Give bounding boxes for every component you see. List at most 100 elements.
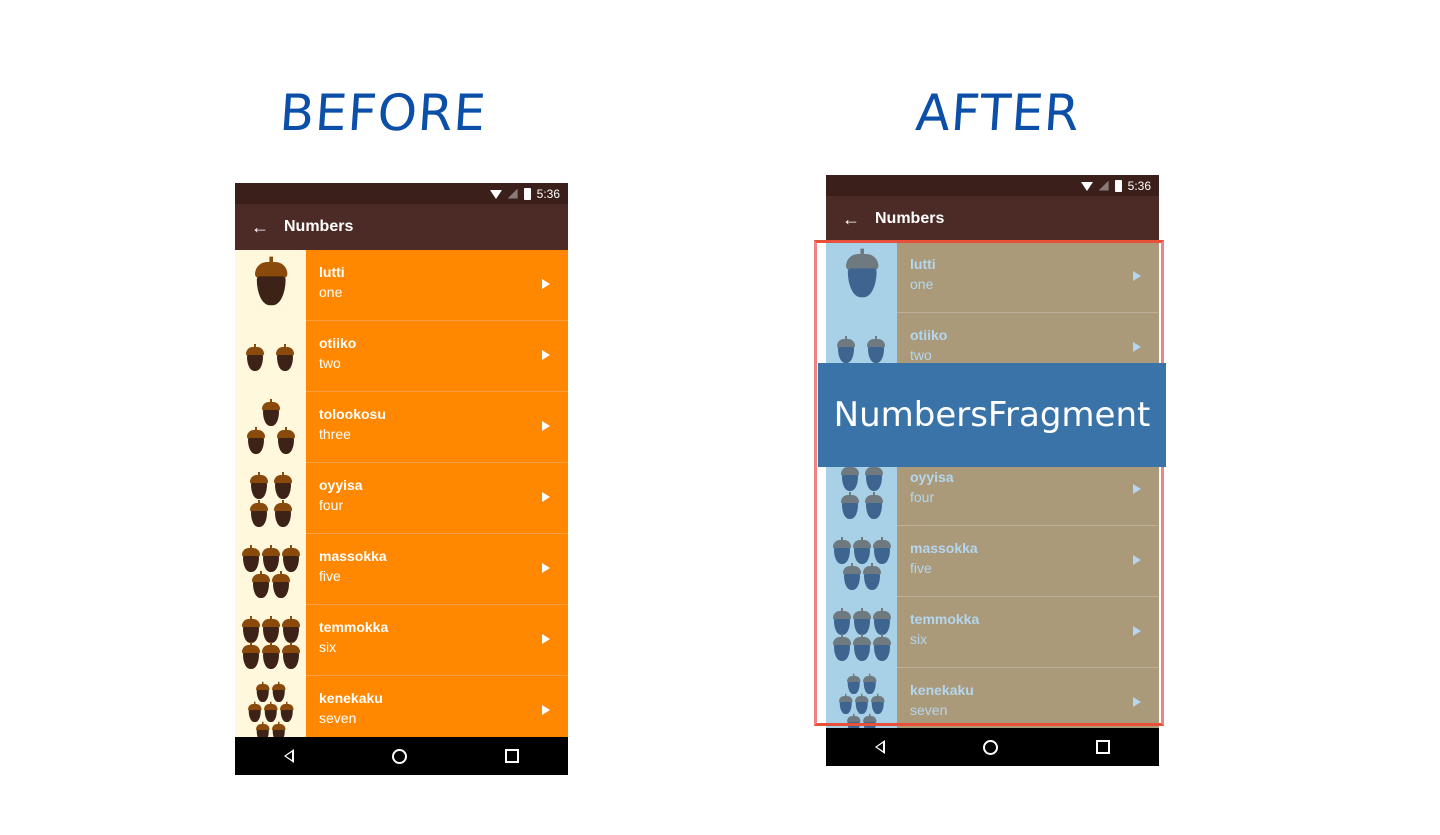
miwok-word: kenekaku (319, 690, 383, 706)
acorn-thumbnail (826, 597, 897, 668)
english-translation: seven (319, 710, 357, 726)
play-icon[interactable] (1133, 342, 1141, 352)
acorn-icon (282, 616, 300, 643)
back-arrow-icon[interactable]: ← (251, 218, 269, 236)
numbers-list[interactable]: lutti one otiiko two tolookosu three oyy… (235, 250, 568, 737)
play-icon[interactable] (542, 634, 550, 644)
battery-icon (1114, 179, 1122, 192)
english-translation: six (910, 631, 928, 647)
acorn-icon (847, 673, 861, 694)
acorn-icon (242, 642, 260, 669)
play-icon[interactable] (542, 492, 550, 502)
english-translation: two (319, 355, 341, 371)
before-phone-screen: 5:36 ← Numbers lutti one otiiko two tolo… (235, 183, 568, 775)
acorn-icon (855, 693, 869, 714)
nav-back-icon[interactable] (284, 749, 294, 763)
acorn-icon (262, 399, 280, 426)
page-title: Numbers (284, 218, 354, 235)
acorn-icon (841, 464, 859, 491)
miwok-word: massokka (319, 548, 387, 564)
play-icon[interactable] (1133, 626, 1141, 636)
miwok-word: kenekaku (910, 682, 974, 698)
acorn-icon (262, 642, 280, 669)
acorn-icon (252, 571, 270, 598)
miwok-word: lutti (910, 256, 936, 272)
list-item[interactable]: otiiko two (235, 321, 568, 392)
acorn-icon (839, 693, 853, 714)
list-item[interactable]: temmokka six (235, 605, 568, 676)
acorn-thumbnail (235, 534, 306, 605)
acorn-icon (264, 701, 278, 722)
acorn-icon (867, 336, 885, 363)
play-icon[interactable] (542, 279, 550, 289)
page-title: Numbers (875, 210, 945, 227)
english-translation: four (319, 497, 344, 513)
english-translation: five (910, 560, 932, 576)
play-icon[interactable] (1133, 697, 1141, 707)
back-arrow-icon[interactable]: ← (842, 210, 860, 228)
nav-recent-apps-icon[interactable] (1096, 740, 1110, 754)
acorn-thumbnail (235, 321, 306, 392)
acorn-icon (873, 634, 891, 661)
acorn-icon (853, 537, 871, 564)
play-icon[interactable] (542, 421, 550, 431)
acorn-icon (262, 616, 280, 643)
acorn-icon (873, 537, 891, 564)
play-icon[interactable] (542, 350, 550, 360)
miwok-word: oyyisa (319, 477, 363, 493)
list-item[interactable]: oyyisa four (235, 463, 568, 534)
signal-icon (1098, 180, 1109, 191)
nav-back-icon[interactable] (875, 740, 885, 754)
play-icon[interactable] (1133, 555, 1141, 565)
list-item[interactable]: lutti one (826, 242, 1159, 313)
play-icon[interactable] (542, 563, 550, 573)
acorn-icon (254, 256, 288, 306)
status-time: 5:36 (536, 186, 560, 201)
miwok-word: otiiko (319, 335, 357, 351)
list-item[interactable]: temmokka six (826, 597, 1159, 668)
numbers-list[interactable]: lutti one otiiko two tolookosu three oyy… (826, 242, 1159, 729)
list-item[interactable]: massokka five (235, 534, 568, 605)
english-translation: five (319, 568, 341, 584)
acorn-icon (272, 721, 286, 737)
acorn-icon (242, 545, 260, 572)
play-icon[interactable] (542, 705, 550, 715)
acorn-icon (274, 472, 292, 499)
battery-icon (523, 187, 531, 200)
miwok-word: tolookosu (319, 406, 386, 422)
acorn-icon (282, 545, 300, 572)
acorn-icon (853, 608, 871, 635)
english-translation: four (910, 489, 935, 505)
play-icon[interactable] (1133, 271, 1141, 281)
list-item[interactable]: kenekaku seven (235, 676, 568, 737)
before-heading: BEFORE (277, 84, 489, 142)
acorn-thumbnail (235, 463, 306, 534)
wifi-icon (1080, 182, 1093, 191)
list-item[interactable]: lutti one (235, 250, 568, 321)
list-item[interactable]: kenekaku seven (826, 668, 1159, 729)
acorn-icon (248, 701, 262, 722)
miwok-word: temmokka (319, 619, 389, 635)
acorn-thumbnail (235, 392, 306, 463)
miwok-word: lutti (319, 264, 345, 280)
acorn-icon (242, 616, 260, 643)
status-bar: 5:36 (235, 183, 568, 204)
acorn-icon (277, 427, 295, 454)
english-translation: one (910, 276, 934, 292)
nav-home-icon[interactable] (392, 748, 407, 764)
acorn-thumbnail (235, 250, 306, 321)
acorn-icon (833, 537, 851, 564)
acorn-icon (262, 545, 280, 572)
system-nav-bar (235, 737, 568, 775)
nav-recent-apps-icon[interactable] (505, 749, 519, 763)
play-icon[interactable] (1133, 484, 1141, 494)
signal-icon (507, 188, 518, 199)
nav-home-icon[interactable] (983, 739, 998, 755)
miwok-word: temmokka (910, 611, 980, 627)
list-item[interactable]: tolookosu three (235, 392, 568, 463)
list-item[interactable]: massokka five (826, 526, 1159, 597)
acorn-icon (873, 608, 891, 635)
status-bar: 5:36 (826, 175, 1159, 196)
after-heading: AFTER (913, 84, 1082, 142)
acorn-thumbnail (826, 668, 897, 729)
